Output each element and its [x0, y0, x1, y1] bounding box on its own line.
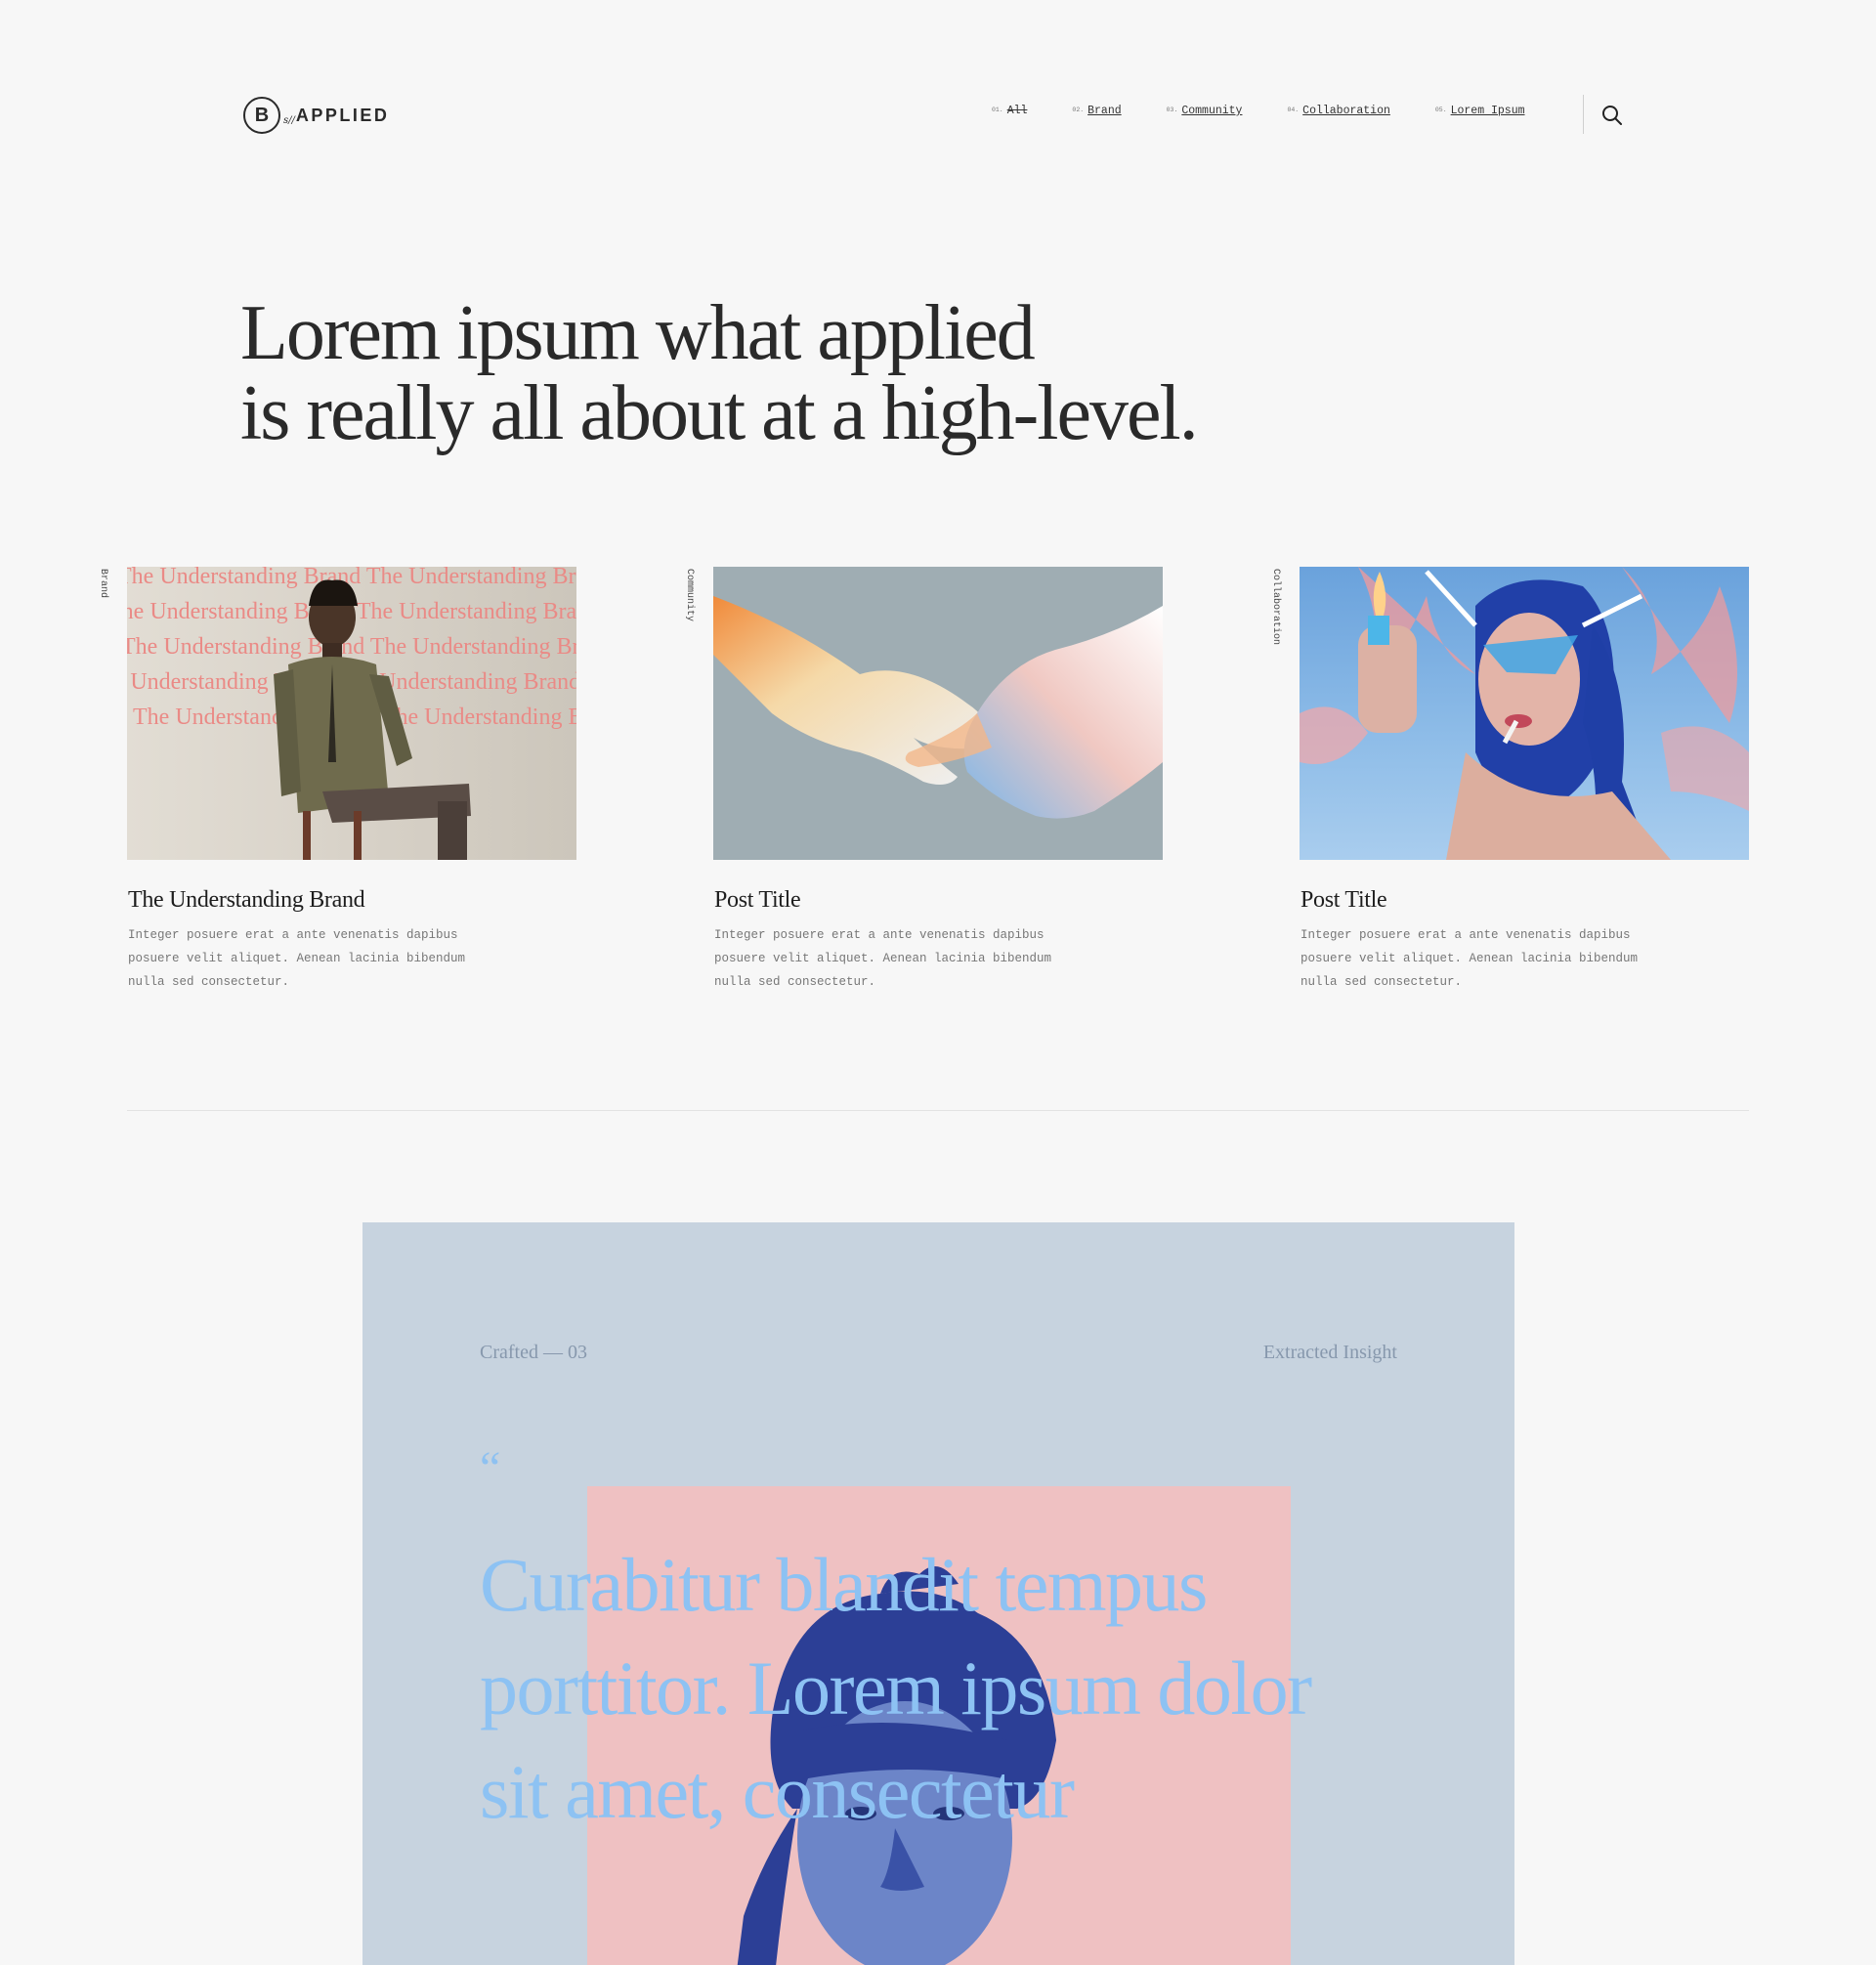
category-nav: 01. All 02. Brand 03. Community 04. Coll…: [992, 105, 1551, 117]
hero-line-1: Lorem ipsum what applied: [240, 290, 1036, 376]
quote-mark-icon: “: [480, 1442, 501, 1494]
card-image[interactable]: [713, 567, 1163, 860]
card-category-tag: Collaboration: [1270, 569, 1281, 646]
nav-label: All: [1006, 105, 1028, 117]
post-card[interactable]: Collaboration Post Title Integer posuere…: [1270, 567, 1749, 994]
nav-label: Collaboration: [1302, 105, 1390, 117]
nav-number: 03.: [1166, 107, 1178, 113]
card-excerpt: Integer posuere erat a ante venenatis da…: [1300, 928, 1639, 989]
nav-item-brand[interactable]: 02. Brand: [1072, 105, 1121, 117]
quote-left-label: Crafted — 03: [480, 1342, 587, 1363]
quote-text: Curabitur blandit tempus porttitor. Lore…: [480, 1542, 1312, 1834]
nav-divider: [1583, 95, 1584, 134]
logo[interactable]: B s// APPLIED: [243, 97, 389, 134]
post-card[interactable]: Brand The Understanding Brand The Unders…: [98, 567, 576, 994]
nav-item-community[interactable]: 03. Community: [1167, 105, 1243, 117]
card-excerpt: Integer posuere erat a ante venenatis da…: [714, 928, 1052, 989]
nav-item-collaboration[interactable]: 04. Collaboration: [1287, 105, 1389, 117]
hero-headline: Lorem ipsum what applied is really all a…: [240, 290, 1199, 456]
search-icon[interactable]: [1600, 104, 1624, 127]
nav-number: 04.: [1287, 107, 1300, 113]
post-card[interactable]: Community Post Title Integer posuere era…: [684, 567, 1163, 994]
nav-label: Lorem Ipsum: [1450, 105, 1525, 117]
hero-line-2: is really all about at a high-level.: [240, 370, 1199, 456]
logo-prefix: s//: [283, 114, 295, 126]
card-excerpt: Integer posuere erat a ante venenatis da…: [128, 928, 466, 989]
logo-mark-icon: B: [243, 97, 280, 134]
card-title[interactable]: Post Title: [714, 887, 1163, 914]
hands-illustration: [713, 596, 1163, 819]
woman-fire-illustration: [1300, 567, 1749, 860]
person-illustration: [274, 579, 471, 860]
nav-item-all[interactable]: 01. All: [992, 105, 1027, 117]
card-title[interactable]: The Understanding Brand: [128, 887, 576, 914]
card-image[interactable]: [1300, 567, 1749, 860]
nav-number: 02.: [1072, 107, 1085, 113]
nav-number: 05.: [1434, 107, 1447, 113]
section-divider: [127, 1110, 1749, 1111]
featured-quote: Crafted — 03 Extracted Insight “ Curabit…: [362, 1222, 1514, 1965]
nav-number: 01.: [992, 107, 1003, 113]
card-category-tag: Brand: [98, 569, 108, 599]
card-image[interactable]: The Understanding Brand The Understandin…: [127, 567, 576, 860]
quote-right-label: Extracted Insight: [1262, 1342, 1397, 1363]
card-title[interactable]: Post Title: [1300, 887, 1749, 914]
nav-label: Brand: [1087, 105, 1122, 117]
nav-item-lorem-ipsum[interactable]: 05. Lorem Ipsum: [1435, 105, 1525, 117]
logo-wordmark: APPLIED: [295, 105, 390, 125]
card-category-tag: Community: [684, 569, 695, 622]
nav-label: Community: [1181, 105, 1243, 117]
